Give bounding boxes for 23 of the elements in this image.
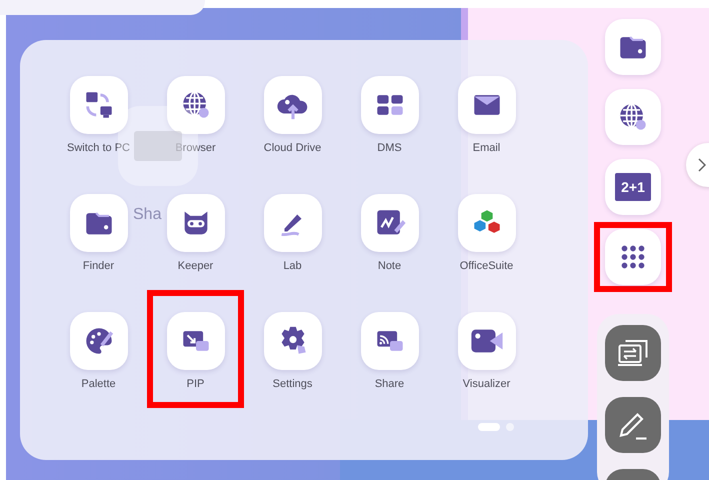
dock-button[interactable] <box>605 89 661 145</box>
app-tile[interactable]: Settings <box>264 312 322 390</box>
dock-tool-button[interactable] <box>605 397 661 453</box>
app-tile[interactable]: Palette <box>70 312 128 390</box>
app-tile[interactable]: Switch to PC <box>67 76 130 154</box>
dock-button[interactable] <box>605 229 661 285</box>
app-tile[interactable]: Email <box>458 76 516 154</box>
chevron-right-icon <box>698 158 706 172</box>
app-tile[interactable]: Finder <box>70 194 128 272</box>
dock-button[interactable]: 2+1 <box>605 159 661 215</box>
app-tile[interactable]: Note <box>360 194 418 272</box>
whiteboard-icon: 2+1 <box>615 173 651 201</box>
app-tile[interactable]: PIP <box>166 312 224 390</box>
app-tile[interactable]: OfficeSuite <box>458 194 516 272</box>
app-tile[interactable]: Visualizer <box>458 312 516 390</box>
app-tile[interactable]: Share <box>360 312 418 390</box>
app-tile[interactable]: Cloud Drive <box>264 76 322 154</box>
app-tile[interactable]: Keeper <box>166 194 224 272</box>
dock-button[interactable] <box>605 19 661 75</box>
app-tile[interactable]: Lab <box>264 194 322 272</box>
dock-tool-button[interactable] <box>605 325 661 381</box>
app-tile[interactable]: DMS <box>360 76 418 154</box>
drag-ghost-label: Sha <box>133 206 162 224</box>
